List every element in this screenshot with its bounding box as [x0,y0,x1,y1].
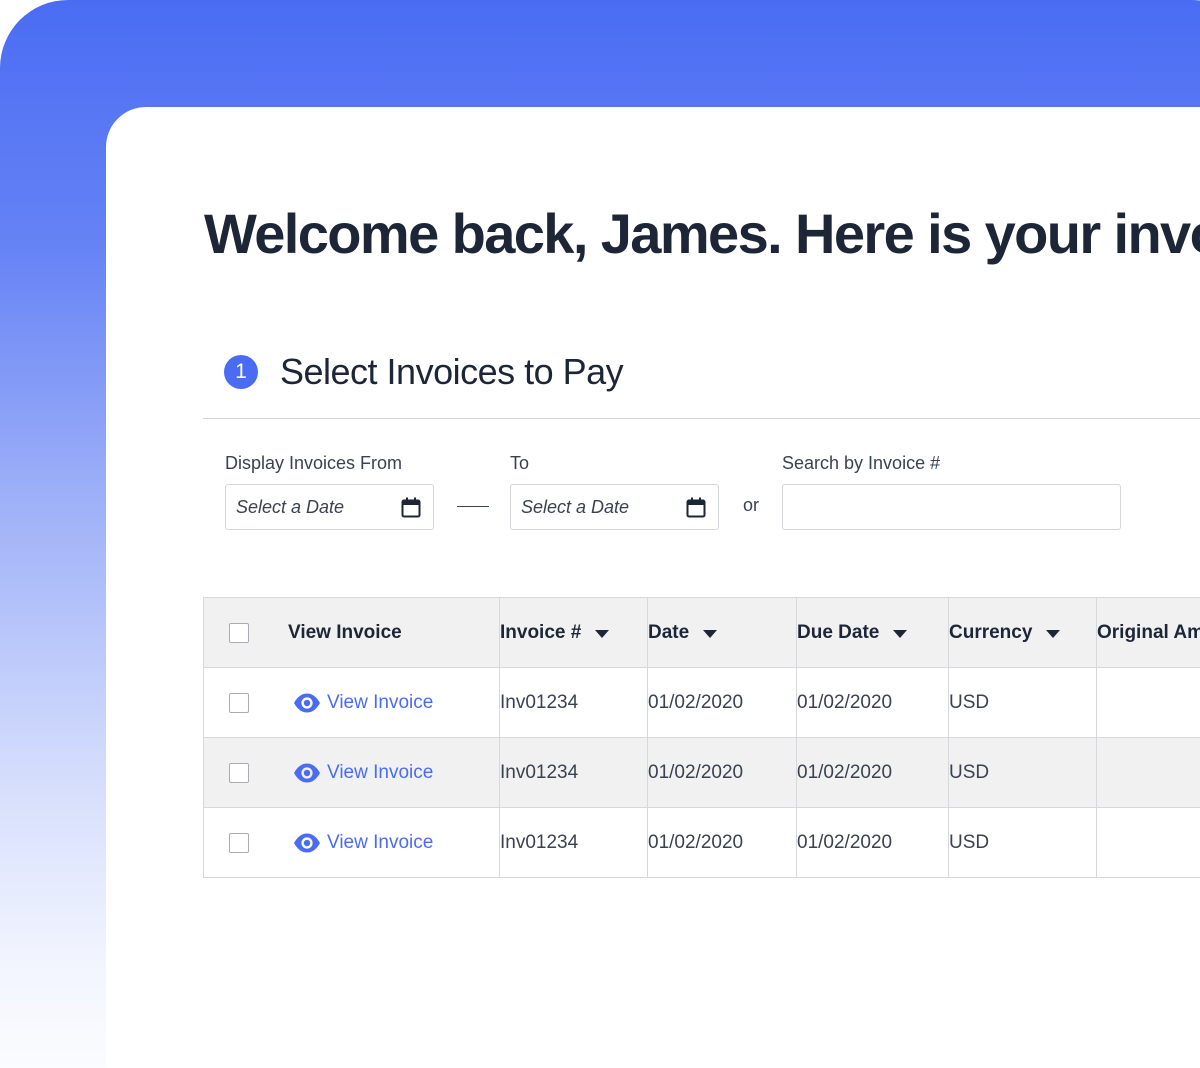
view-invoice-link[interactable]: View Invoice [293,692,433,714]
row-checkbox[interactable] [229,832,249,853]
date-cell: 01/02/2020 [647,737,797,808]
page-heading: Welcome back, James. Here is your invoic… [204,202,1200,265]
view-invoice-text: View Invoice [327,831,434,853]
due-date-cell: 01/02/2020 [796,807,949,878]
header-invoice-number[interactable]: Invoice # [499,597,648,668]
view-invoice-link[interactable]: View Invoice [293,832,433,854]
date-cell: 01/02/2020 [647,807,797,878]
view-invoice-text: View Invoice [327,691,434,713]
view-cell: View Invoice [203,667,500,738]
calendar-icon[interactable] [686,497,706,519]
eye-icon [294,763,320,782]
date-cell: 01/02/2020 [647,667,797,738]
original-amount-cell [1096,737,1200,808]
step-header: 1 Select Invoices to Pay [224,351,624,393]
calendar-icon[interactable] [401,497,421,519]
view-invoice-link[interactable]: View Invoice [293,762,433,784]
header-invoice-number-label: Invoice # [500,621,582,643]
invoice-search-input[interactable] [782,484,1121,530]
caret-down-icon[interactable] [893,629,908,638]
caret-down-icon[interactable] [703,629,718,638]
header-original-amount[interactable]: Original Amount [1096,597,1200,668]
or-separator: or [743,495,760,515]
header-date[interactable]: Date [647,597,797,668]
header-currency[interactable]: Currency [948,597,1097,668]
step-title: Select Invoices to Pay [280,351,624,392]
view-cell: View Invoice [203,807,500,878]
due-date-cell: 01/02/2020 [796,737,949,808]
original-amount-cell [1096,807,1200,878]
main-panel: Welcome back, James. Here is your invoic… [106,107,1200,1068]
caret-down-icon[interactable] [1046,629,1061,638]
view-invoice-text: View Invoice [327,761,434,783]
header-currency-label: Currency [949,621,1033,643]
header-view-invoice: View Invoice [203,597,500,668]
currency-cell: USD [948,667,1097,738]
header-due-date[interactable]: Due Date [796,597,949,668]
view-cell: View Invoice [203,737,500,808]
table-row: View Invoice Inv01234 01/02/2020 01/02/2… [203,807,1200,878]
invoice-number-cell: Inv01234 [499,807,648,878]
date-range-dash [457,506,489,507]
step-number-badge: 1 [224,355,258,389]
to-date-label: To [510,453,530,473]
from-date-input[interactable]: Select a Date [225,484,434,530]
due-date-cell: 01/02/2020 [796,667,949,738]
eye-icon [294,693,320,712]
header-due-date-label: Due Date [797,621,880,643]
invoice-number-cell: Inv01234 [499,737,648,808]
app-frame: Welcome back, James. Here is your invoic… [0,0,1200,1068]
currency-cell: USD [948,737,1097,808]
search-label: Search by Invoice # [782,453,941,473]
table-row: View Invoice Inv01234 01/02/2020 01/02/2… [203,667,1200,738]
from-date-label: Display Invoices From [225,453,403,473]
table-header-row: View Invoice Invoice # Date Due Date Cur… [203,597,1200,668]
from-date-placeholder: Select a Date [236,497,345,517]
invoice-number-cell: Inv01234 [499,667,648,738]
select-all-checkbox[interactable] [229,622,249,643]
caret-down-icon[interactable] [595,629,610,638]
section-divider [203,418,1200,419]
row-checkbox[interactable] [229,692,249,713]
eye-icon [294,833,320,852]
table-row: View Invoice Inv01234 01/02/2020 01/02/2… [203,737,1200,808]
header-original-amount-label: Original Amount [1097,621,1200,643]
header-view-invoice-label: View Invoice [288,621,402,643]
header-date-label: Date [648,621,690,643]
currency-cell: USD [948,807,1097,878]
row-checkbox[interactable] [229,762,249,783]
original-amount-cell [1096,667,1200,738]
to-date-placeholder: Select a Date [521,497,630,517]
to-date-input[interactable]: Select a Date [510,484,719,530]
invoice-table: View Invoice Invoice # Date Due Date Cur… [203,597,1200,878]
